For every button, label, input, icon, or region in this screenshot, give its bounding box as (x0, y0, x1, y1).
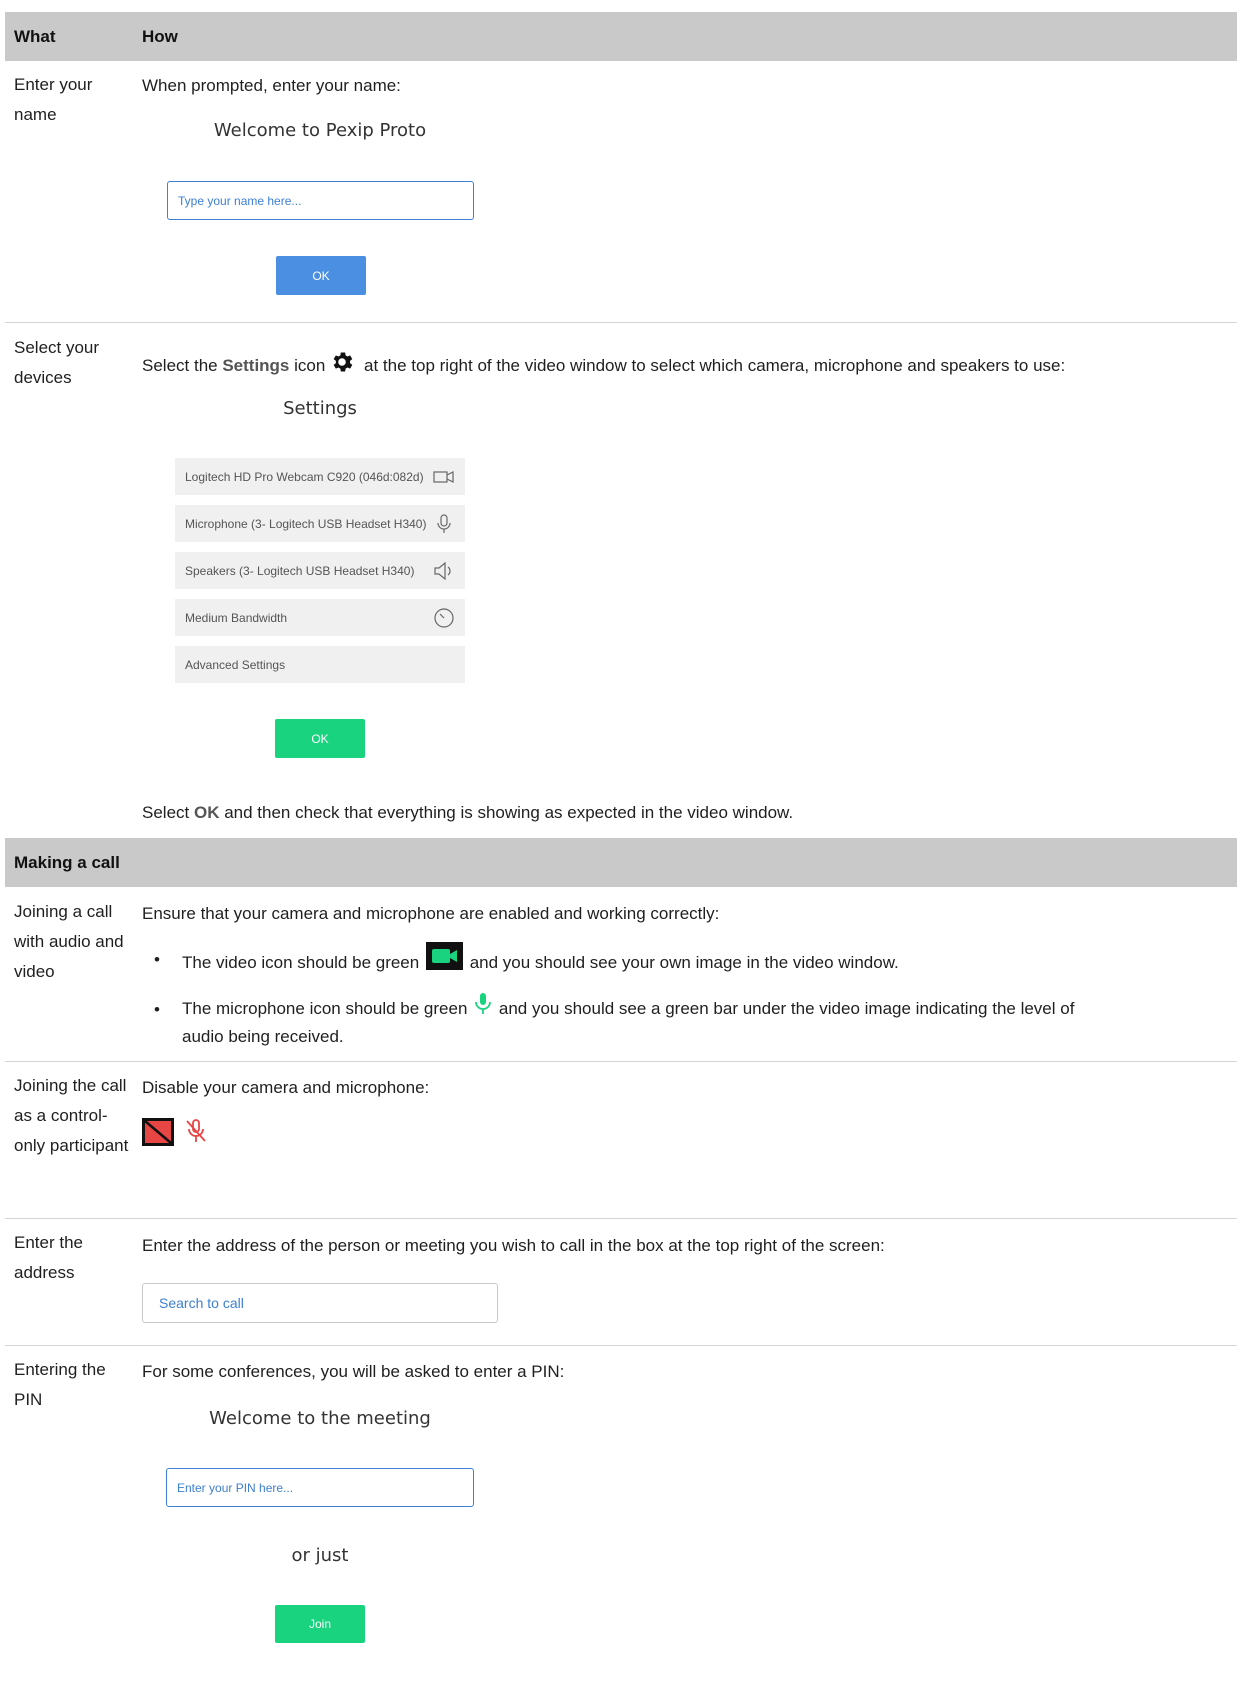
settings-item-label: Speakers (3- Logitech USB Headset H340) (185, 563, 415, 578)
devices-how-after: at the top right of the video window to … (359, 356, 1066, 375)
footer-bold: OK (193, 803, 220, 822)
settings-item-camera[interactable]: Logitech HD Pro Webcam C920 (046d:082d) (175, 458, 465, 495)
footer-after: and then check that everything is showin… (219, 803, 794, 822)
devices-footer: Select OK and then check that everything… (142, 803, 793, 823)
row-divider (5, 1345, 1237, 1346)
row-pin-how: For some conferences, you will be asked … (142, 1362, 565, 1381)
footer-before: Select (142, 803, 194, 822)
microphone-off-icon (184, 1118, 208, 1146)
name-input[interactable]: Type your name here... (167, 181, 474, 220)
bullet-video-after: and you should see your own image in the… (469, 953, 899, 972)
settings-item-label: Logitech HD Pro Webcam C920 (046d:082d) (185, 469, 424, 484)
row-control-only-what: Joining the call as a control-only parti… (14, 1076, 129, 1155)
devices-how-before: Select the (142, 356, 223, 375)
row-audio-video-how: Ensure that your camera and microphone a… (142, 904, 720, 923)
bullet-microphone: The microphone icon should be green and … (182, 992, 1074, 1024)
row-devices-how: Select the Settings icon at the top righ… (142, 349, 1065, 376)
row-divider (5, 1061, 1237, 1062)
or-just-text: or just (291, 1545, 349, 1566)
devices-how-bold: Settings (222, 356, 290, 375)
settings-title: Settings (283, 398, 357, 419)
speaker-icon (433, 560, 455, 582)
table-header (5, 12, 1237, 61)
row-name-what: Enter your name (14, 75, 93, 124)
settings-item-speakers[interactable]: Speakers (3- Logitech USB Headset H340) (175, 552, 465, 589)
camera-icon (433, 466, 455, 488)
ok-button[interactable]: OK (276, 256, 366, 295)
settings-item-label: Medium Bandwidth (185, 610, 288, 625)
section-header (5, 838, 1237, 887)
bullet-mic-after: and you should see a green bar under the… (498, 999, 1075, 1018)
meeting-title: Welcome to the meeting (209, 1408, 431, 1429)
row-address-what: Enter the address (14, 1233, 83, 1282)
bullet-video: The video icon should be green and you s… (182, 942, 899, 978)
devices-how-mid: icon (289, 356, 326, 375)
bullet-mic-line2: audio being received. (182, 1027, 344, 1046)
settings-item-microphone[interactable]: Microphone (3- Logitech USB Headset H340… (175, 505, 465, 542)
row-control-only-how: Disable your camera and microphone: (142, 1078, 430, 1097)
settings-ok-button[interactable]: OK (275, 719, 365, 758)
settings-item-label: Advanced Settings (185, 657, 286, 672)
bullet-dot: • (154, 950, 160, 969)
row-divider (5, 322, 1237, 323)
row-devices-what: Select your devices (14, 338, 100, 387)
settings-item-advanced[interactable]: Advanced Settings (175, 646, 465, 683)
row-name-how: When prompted, enter your name: (142, 76, 401, 95)
header-what: What (14, 27, 56, 46)
row-address-how: Enter the address of the person or meeti… (142, 1236, 885, 1255)
header-how: How (142, 27, 178, 46)
settings-item-bandwidth[interactable]: Medium Bandwidth (175, 599, 465, 636)
search-input[interactable]: Search to call (142, 1283, 498, 1323)
microphone-icon (433, 513, 455, 535)
join-button[interactable]: Join (275, 1605, 365, 1643)
microphone-icon-green (472, 992, 494, 1016)
video-off-icon (142, 1118, 174, 1146)
section-title: Making a call (14, 853, 120, 872)
bullet-video-before: The video icon should be green (182, 953, 420, 972)
bullet-mic-before: The microphone icon should be green (182, 999, 468, 1018)
row-divider (5, 1218, 1237, 1219)
settings-item-label: Microphone (3- Logitech USB Headset H340… (185, 516, 427, 531)
speedometer-icon (433, 607, 455, 629)
bullet-dot: • (154, 1000, 160, 1019)
row-pin-what: Entering the PIN (14, 1360, 106, 1409)
row-audio-video-what: Joining a call with audio and video (14, 902, 124, 981)
video-icon-green (425, 942, 463, 970)
gear-icon (329, 349, 355, 375)
welcome-title: Welcome to Pexip Proto (213, 120, 427, 141)
pin-input[interactable]: Enter your PIN here... (166, 1468, 474, 1507)
